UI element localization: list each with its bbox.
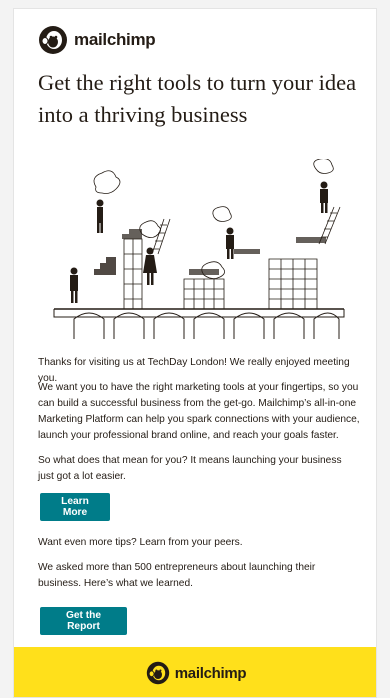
tools-paragraph: We want you to have the right marketing … [38, 382, 360, 441]
footer-banner: mailchimp [14, 647, 376, 697]
get-report-button[interactable]: Get the Report [40, 607, 127, 635]
email-card: mailchimp Get the right tools to turn yo… [13, 8, 377, 698]
brand-wordmark: mailchimp [74, 30, 156, 49]
people-building-bridge-illustration-icon [53, 159, 345, 339]
tips-paragraph: Want even more tips? Learn from your pee… [38, 537, 243, 548]
footer-wordmark[interactable]: mailchimp [175, 665, 247, 682]
learn-more-button[interactable]: Learn More [40, 493, 110, 521]
mailchimp-logo-icon [39, 26, 67, 54]
easier-paragraph: So what does that mean for you? It means… [38, 455, 342, 482]
headline: Get the right tools to turn your idea in… [38, 70, 357, 127]
survey-paragraph: We asked more than 500 entrepreneurs abo… [38, 562, 316, 589]
brand-header[interactable]: mailchimp [38, 25, 156, 55]
mailchimp-footer-logo-icon[interactable] [146, 661, 170, 685]
